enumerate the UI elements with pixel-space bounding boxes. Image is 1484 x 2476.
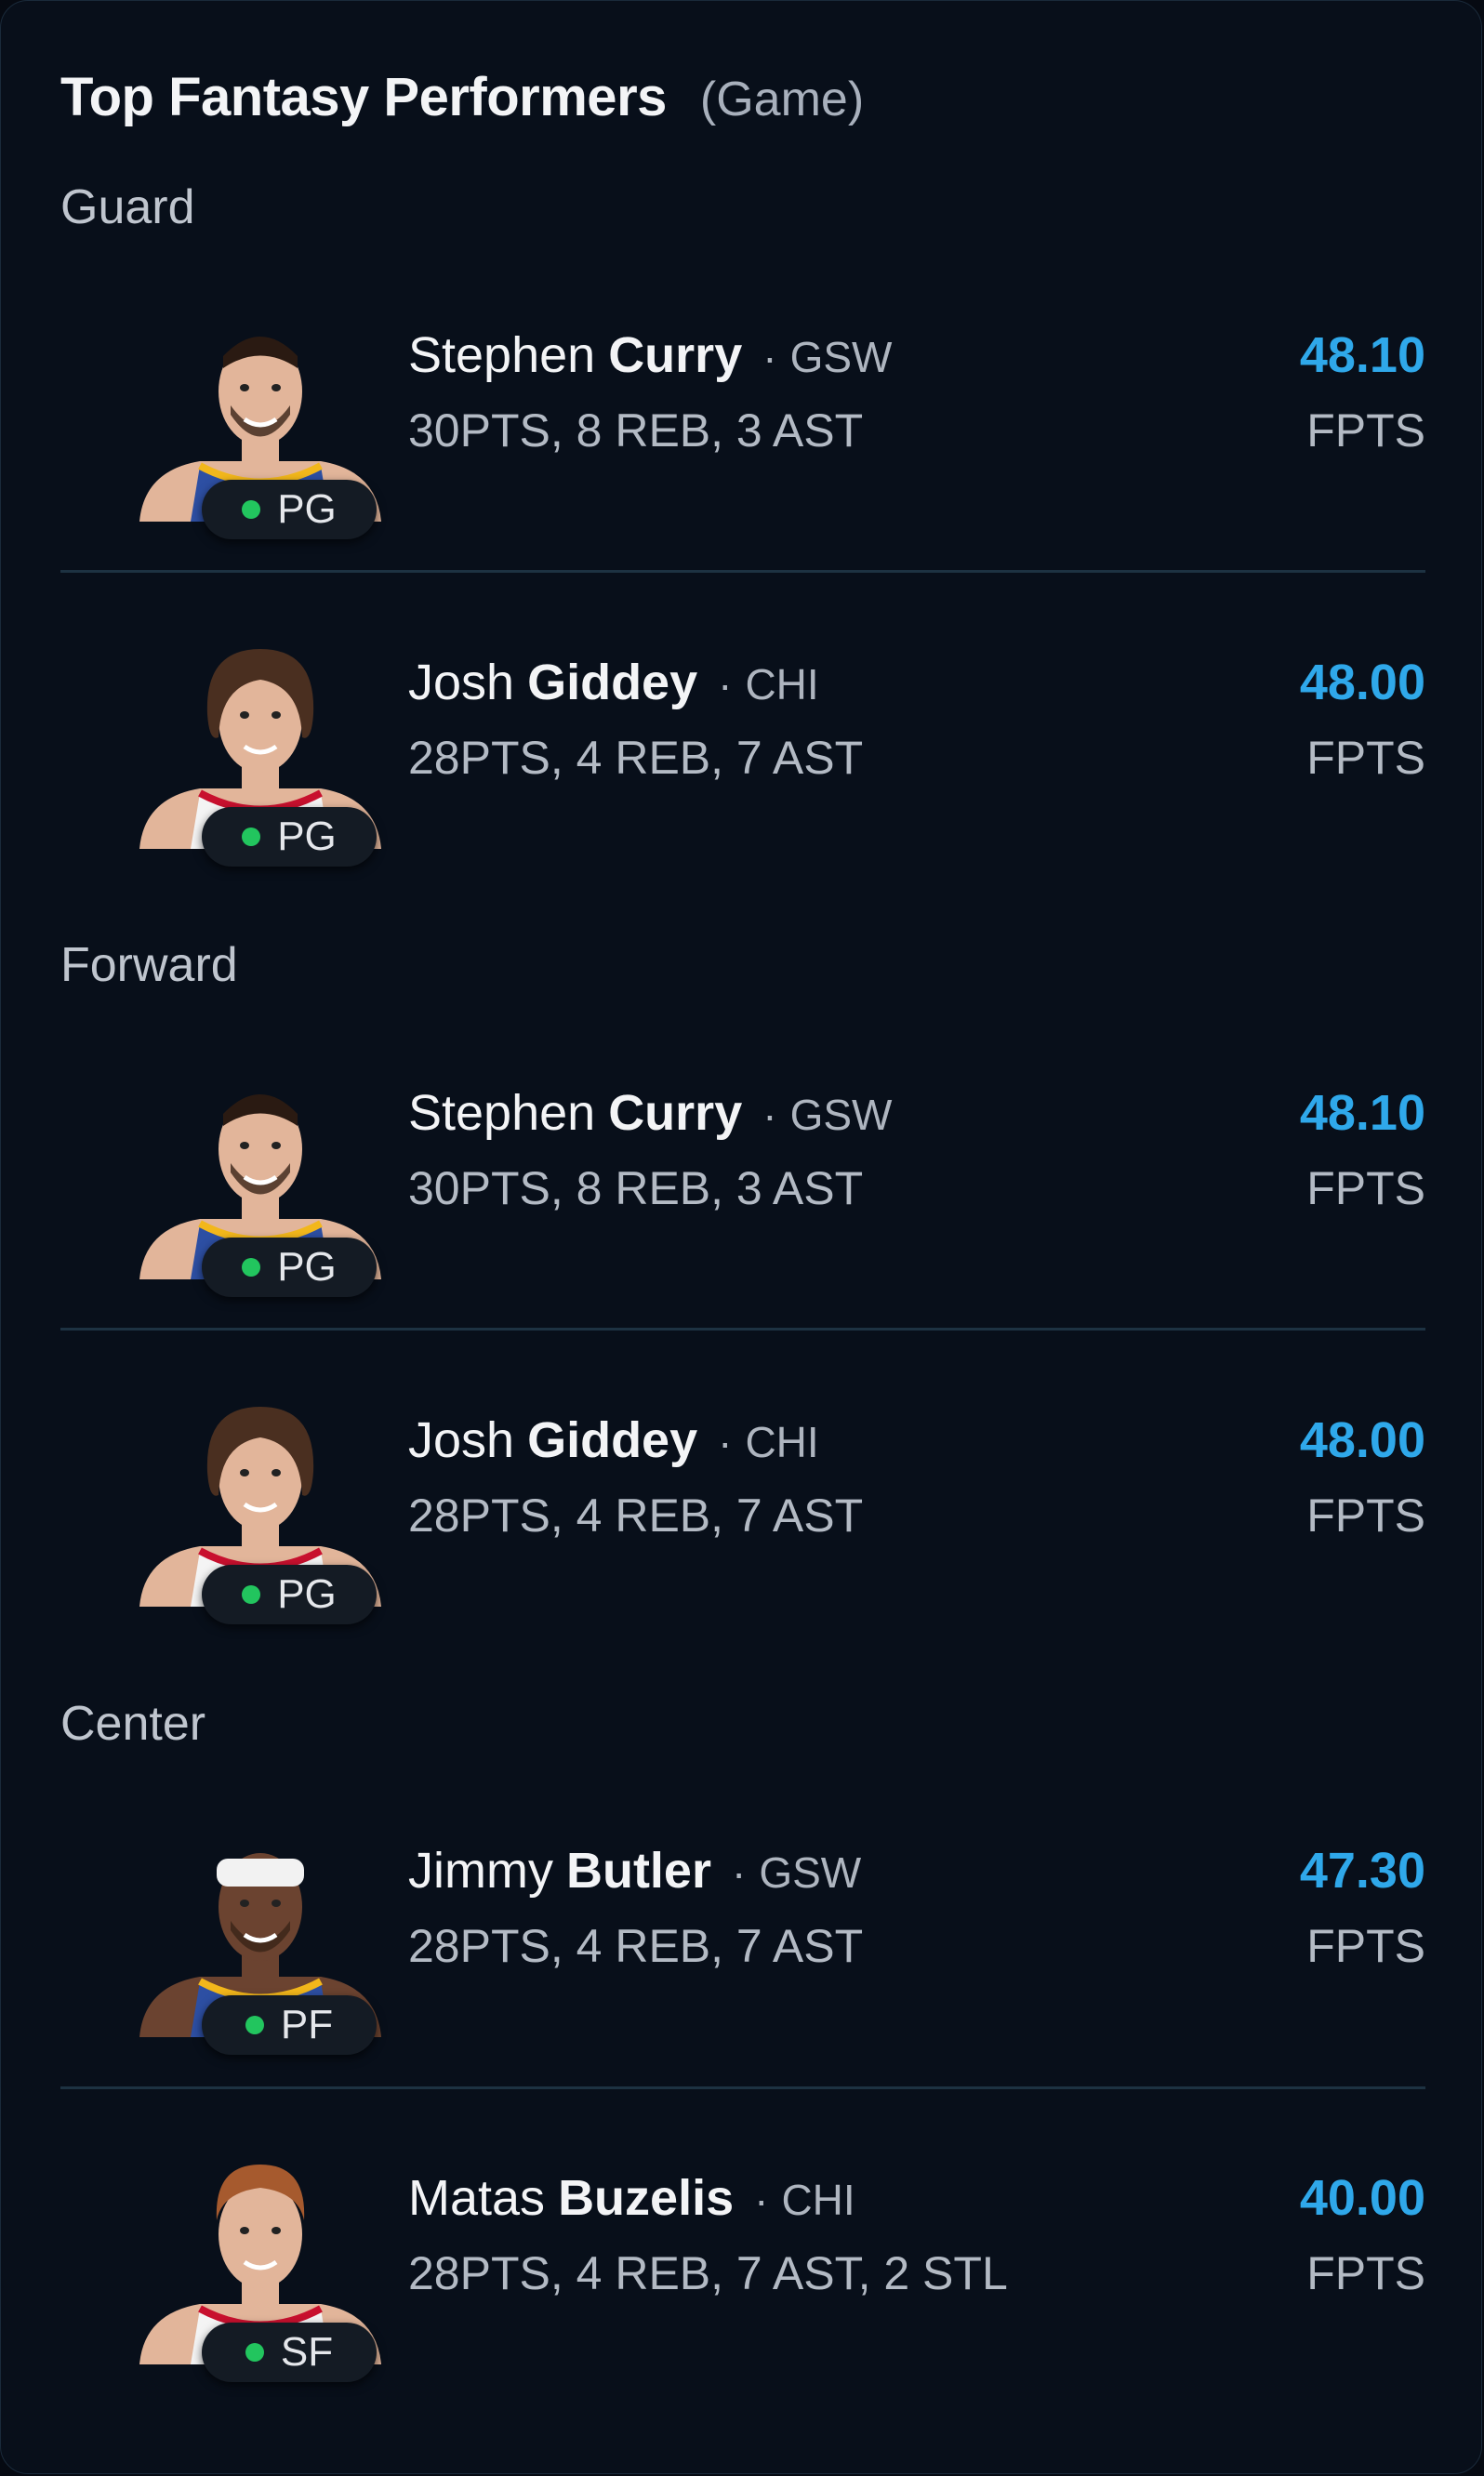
team-abbr: GSW <box>759 1848 862 1897</box>
status-dot-icon <box>242 500 261 519</box>
player-avatar: PG <box>135 298 386 539</box>
position-badge: PF <box>202 1995 377 2055</box>
player-first-name: Stephen <box>408 1085 596 1141</box>
player-last-name: Curry <box>608 1085 743 1141</box>
player-last-name: Curry <box>608 327 743 383</box>
player-team: · CHI <box>718 659 819 709</box>
fantasy-score: 40.00 <box>1299 2170 1425 2226</box>
team-separator: · <box>754 2176 769 2224</box>
player-row[interactable]: PF Jimmy Butler · GSW 28PTS, 4 REB, 7 AST… <box>60 1795 1425 2102</box>
player-stats: 28PTS, 4 REB, 7 AST <box>408 1920 864 1972</box>
status-dot-icon <box>242 1585 261 1604</box>
player-first-name: Matas <box>408 2170 546 2226</box>
player-team: · GSW <box>762 332 892 382</box>
status-dot-icon <box>242 828 261 846</box>
performers-card: Top Fantasy Performers (Game) Guard Forw… <box>0 0 1482 2474</box>
player-name-line: Stephen Curry · GSW <box>408 326 892 384</box>
player-avatar: SF <box>135 2141 386 2382</box>
player-team: · CHI <box>718 1417 819 1467</box>
fantasy-score: 48.10 <box>1299 1085 1425 1141</box>
team-separator: · <box>718 660 733 708</box>
status-dot-icon <box>245 2016 264 2034</box>
position-badge: PG <box>202 1238 377 1297</box>
player-team: · GSW <box>762 1090 892 1140</box>
fantasy-score-unit: FPTS <box>1306 1162 1425 1214</box>
team-abbr: CHI <box>745 660 819 708</box>
player-name-line: Stephen Curry · GSW <box>408 1084 892 1142</box>
position-label: PF <box>280 2002 334 2047</box>
fantasy-score: 48.00 <box>1299 655 1425 710</box>
fantasy-score-unit: FPTS <box>1306 732 1425 784</box>
player-first-name: Jimmy <box>408 1843 553 1899</box>
status-dot-icon <box>242 1258 261 1277</box>
fantasy-score-unit: FPTS <box>1306 1490 1425 1542</box>
player-name-line: Josh Giddey · CHI <box>408 1411 819 1469</box>
team-separator: · <box>762 1091 777 1139</box>
team-abbr: CHI <box>745 1418 819 1466</box>
player-avatar: PG <box>135 1384 386 1624</box>
player-last-name: Giddey <box>527 655 698 710</box>
fantasy-score: 48.10 <box>1299 327 1425 383</box>
card-subtitle: (Game) <box>699 73 865 126</box>
player-team: · CHI <box>754 2175 855 2225</box>
team-abbr: GSW <box>789 1091 893 1139</box>
player-row[interactable]: PG Josh Giddey · CHI 28PTS, 4 REB, 7 AST … <box>60 1365 1425 1672</box>
player-first-name: Josh <box>408 655 515 710</box>
player-name-line: Josh Giddey · CHI <box>408 654 819 711</box>
player-stats: 28PTS, 4 REB, 7 AST <box>408 1490 864 1542</box>
status-dot-icon <box>245 2343 264 2362</box>
player-row[interactable]: SF Matas Buzelis · CHI 28PTS, 4 REB, 7 AS… <box>60 2123 1425 2430</box>
position-label: PG <box>277 1571 337 1617</box>
player-stats: 30PTS, 8 REB, 3 AST <box>408 1162 864 1214</box>
position-label: SF <box>280 2329 334 2375</box>
player-team: · GSW <box>732 1847 861 1898</box>
player-row[interactable]: PG Stephen Curry · GSW 30PTS, 8 REB, 3 AS… <box>60 1038 1425 1344</box>
team-abbr: CHI <box>781 2176 855 2224</box>
player-avatar: PG <box>135 1056 386 1297</box>
player-row[interactable]: PG Stephen Curry · GSW 30PTS, 8 REB, 3 AS… <box>60 280 1425 587</box>
fantasy-score-unit: FPTS <box>1306 404 1425 457</box>
fantasy-score-unit: FPTS <box>1306 2247 1425 2299</box>
fantasy-score-unit: FPTS <box>1306 1920 1425 1972</box>
player-avatar: PG <box>135 626 386 867</box>
team-separator: · <box>762 333 777 381</box>
section-label-forward: Forward <box>60 938 238 992</box>
player-first-name: Josh <box>408 1412 515 1468</box>
position-badge: PG <box>202 480 377 539</box>
position-badge: PG <box>202 1565 377 1624</box>
position-badge: SF <box>202 2323 377 2382</box>
card-title: Top Fantasy Performers <box>60 67 667 127</box>
team-abbr: GSW <box>789 333 893 381</box>
position-badge: PG <box>202 807 377 867</box>
section-label-center: Center <box>60 1697 206 1751</box>
fantasy-score: 47.30 <box>1299 1843 1425 1899</box>
player-stats: 28PTS, 4 REB, 7 AST, 2 STL <box>408 2247 1008 2299</box>
section-label-guard: Guard <box>60 180 195 234</box>
player-last-name: Buzelis <box>558 2170 735 2226</box>
team-separator: · <box>718 1418 733 1466</box>
fantasy-score: 48.00 <box>1299 1412 1425 1468</box>
player-stats: 28PTS, 4 REB, 7 AST <box>408 732 864 784</box>
position-label: PG <box>277 1244 337 1290</box>
player-last-name: Butler <box>565 1843 711 1899</box>
position-label: PG <box>277 814 337 859</box>
team-separator: · <box>731 1848 747 1897</box>
position-label: PG <box>277 486 337 532</box>
player-name-line: Jimmy Butler · GSW <box>408 1842 861 1900</box>
player-first-name: Stephen <box>408 327 596 383</box>
player-last-name: Giddey <box>527 1412 698 1468</box>
player-name-line: Matas Buzelis · CHI <box>408 2169 855 2227</box>
player-avatar: PF <box>135 1814 386 2055</box>
player-row[interactable]: PG Josh Giddey · CHI 28PTS, 4 REB, 7 AST … <box>60 607 1425 914</box>
player-stats: 30PTS, 8 REB, 3 AST <box>408 404 864 457</box>
card-header: Top Fantasy Performers (Game) <box>60 66 864 128</box>
